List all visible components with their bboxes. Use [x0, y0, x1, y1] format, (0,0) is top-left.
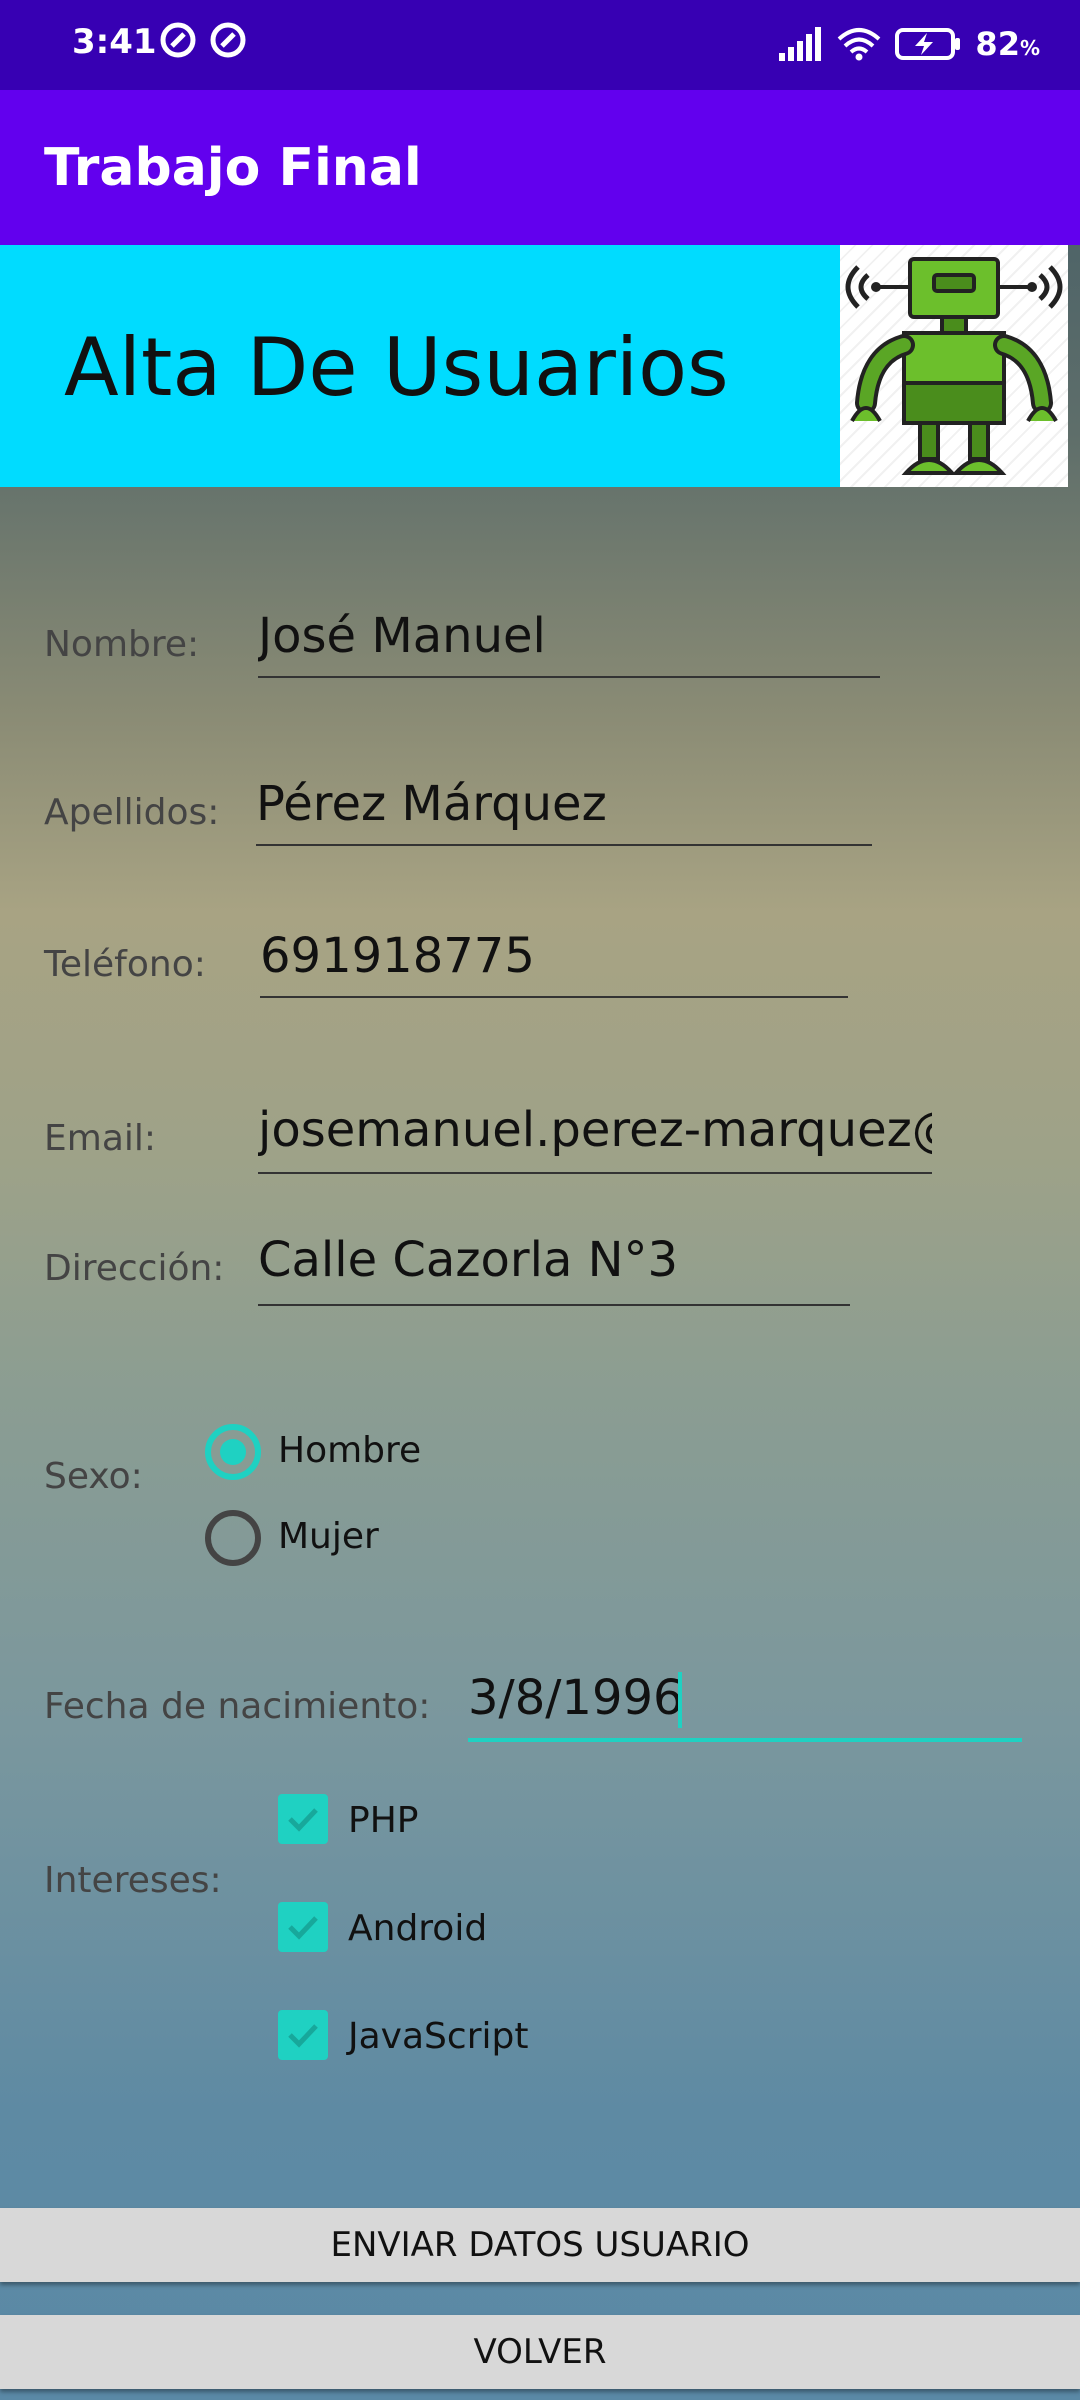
- radio-mujer-label[interactable]: Mujer: [278, 1516, 379, 1557]
- email-label: Email:: [44, 1118, 157, 1159]
- telefono-label: Teléfono:: [44, 944, 206, 985]
- email-underline: [258, 1172, 932, 1174]
- checkbox-javascript[interactable]: [278, 2010, 328, 2060]
- checkbox-javascript-label[interactable]: JavaScript: [348, 2016, 528, 2057]
- battery-charging-icon: [895, 28, 961, 60]
- enviar-datos-button[interactable]: ENVIAR DATOS USUARIO: [0, 2208, 1080, 2282]
- app-bar: Trabajo Final: [0, 90, 1080, 245]
- radio-mujer[interactable]: [205, 1510, 261, 1566]
- checkbox-android[interactable]: [278, 1902, 328, 1952]
- direccion-label: Dirección:: [44, 1248, 225, 1289]
- intereses-label: Intereses:: [44, 1860, 222, 1901]
- battery-level: 82%: [975, 25, 1040, 63]
- radio-hombre-label[interactable]: Hombre: [278, 1430, 421, 1471]
- email-input[interactable]: josemanuel.perez-marquez@ie: [258, 1102, 932, 1158]
- nombre-label: Nombre:: [44, 624, 200, 665]
- direccion-input[interactable]: Calle Cazorla N°3: [258, 1232, 850, 1288]
- fecha-label: Fecha de nacimiento:: [44, 1686, 431, 1727]
- robot-icon: [845, 257, 1063, 475]
- fecha-underline: [468, 1738, 1022, 1742]
- check-icon: [288, 2024, 318, 2048]
- notification-icon: [160, 22, 196, 58]
- text-cursor: [678, 1672, 682, 1728]
- checkbox-php-label[interactable]: PHP: [348, 1800, 419, 1841]
- checkbox-php[interactable]: [278, 1794, 328, 1844]
- status-indicators: 82%: [779, 22, 1040, 66]
- signal-icon: [779, 27, 822, 61]
- status-bar: 3:41 82%: [0, 0, 1080, 90]
- volver-button[interactable]: VOLVER: [0, 2315, 1080, 2389]
- apellidos-input[interactable]: Pérez Márquez: [256, 776, 872, 832]
- apellidos-label: Apellidos:: [44, 792, 220, 833]
- app-title: Trabajo Final: [44, 138, 422, 198]
- fecha-input[interactable]: 3/8/1996: [468, 1670, 1018, 1726]
- wifi-icon: [838, 28, 881, 61]
- sexo-label: Sexo:: [44, 1456, 143, 1497]
- nombre-underline: [258, 676, 880, 678]
- robot-image: [840, 245, 1068, 487]
- radio-hombre[interactable]: [205, 1424, 261, 1480]
- telefono-input[interactable]: 691918775: [260, 928, 848, 984]
- check-icon: [288, 1916, 318, 1940]
- check-icon: [288, 1808, 318, 1832]
- checkbox-android-label[interactable]: Android: [348, 1908, 487, 1949]
- nombre-input[interactable]: José Manuel: [258, 608, 880, 664]
- apellidos-underline: [256, 844, 872, 846]
- direccion-underline: [258, 1304, 850, 1306]
- status-time: 3:41: [72, 22, 157, 62]
- page-title: Alta De Usuarios: [64, 321, 729, 414]
- telefono-underline: [260, 996, 848, 998]
- notification-icon: [210, 22, 246, 58]
